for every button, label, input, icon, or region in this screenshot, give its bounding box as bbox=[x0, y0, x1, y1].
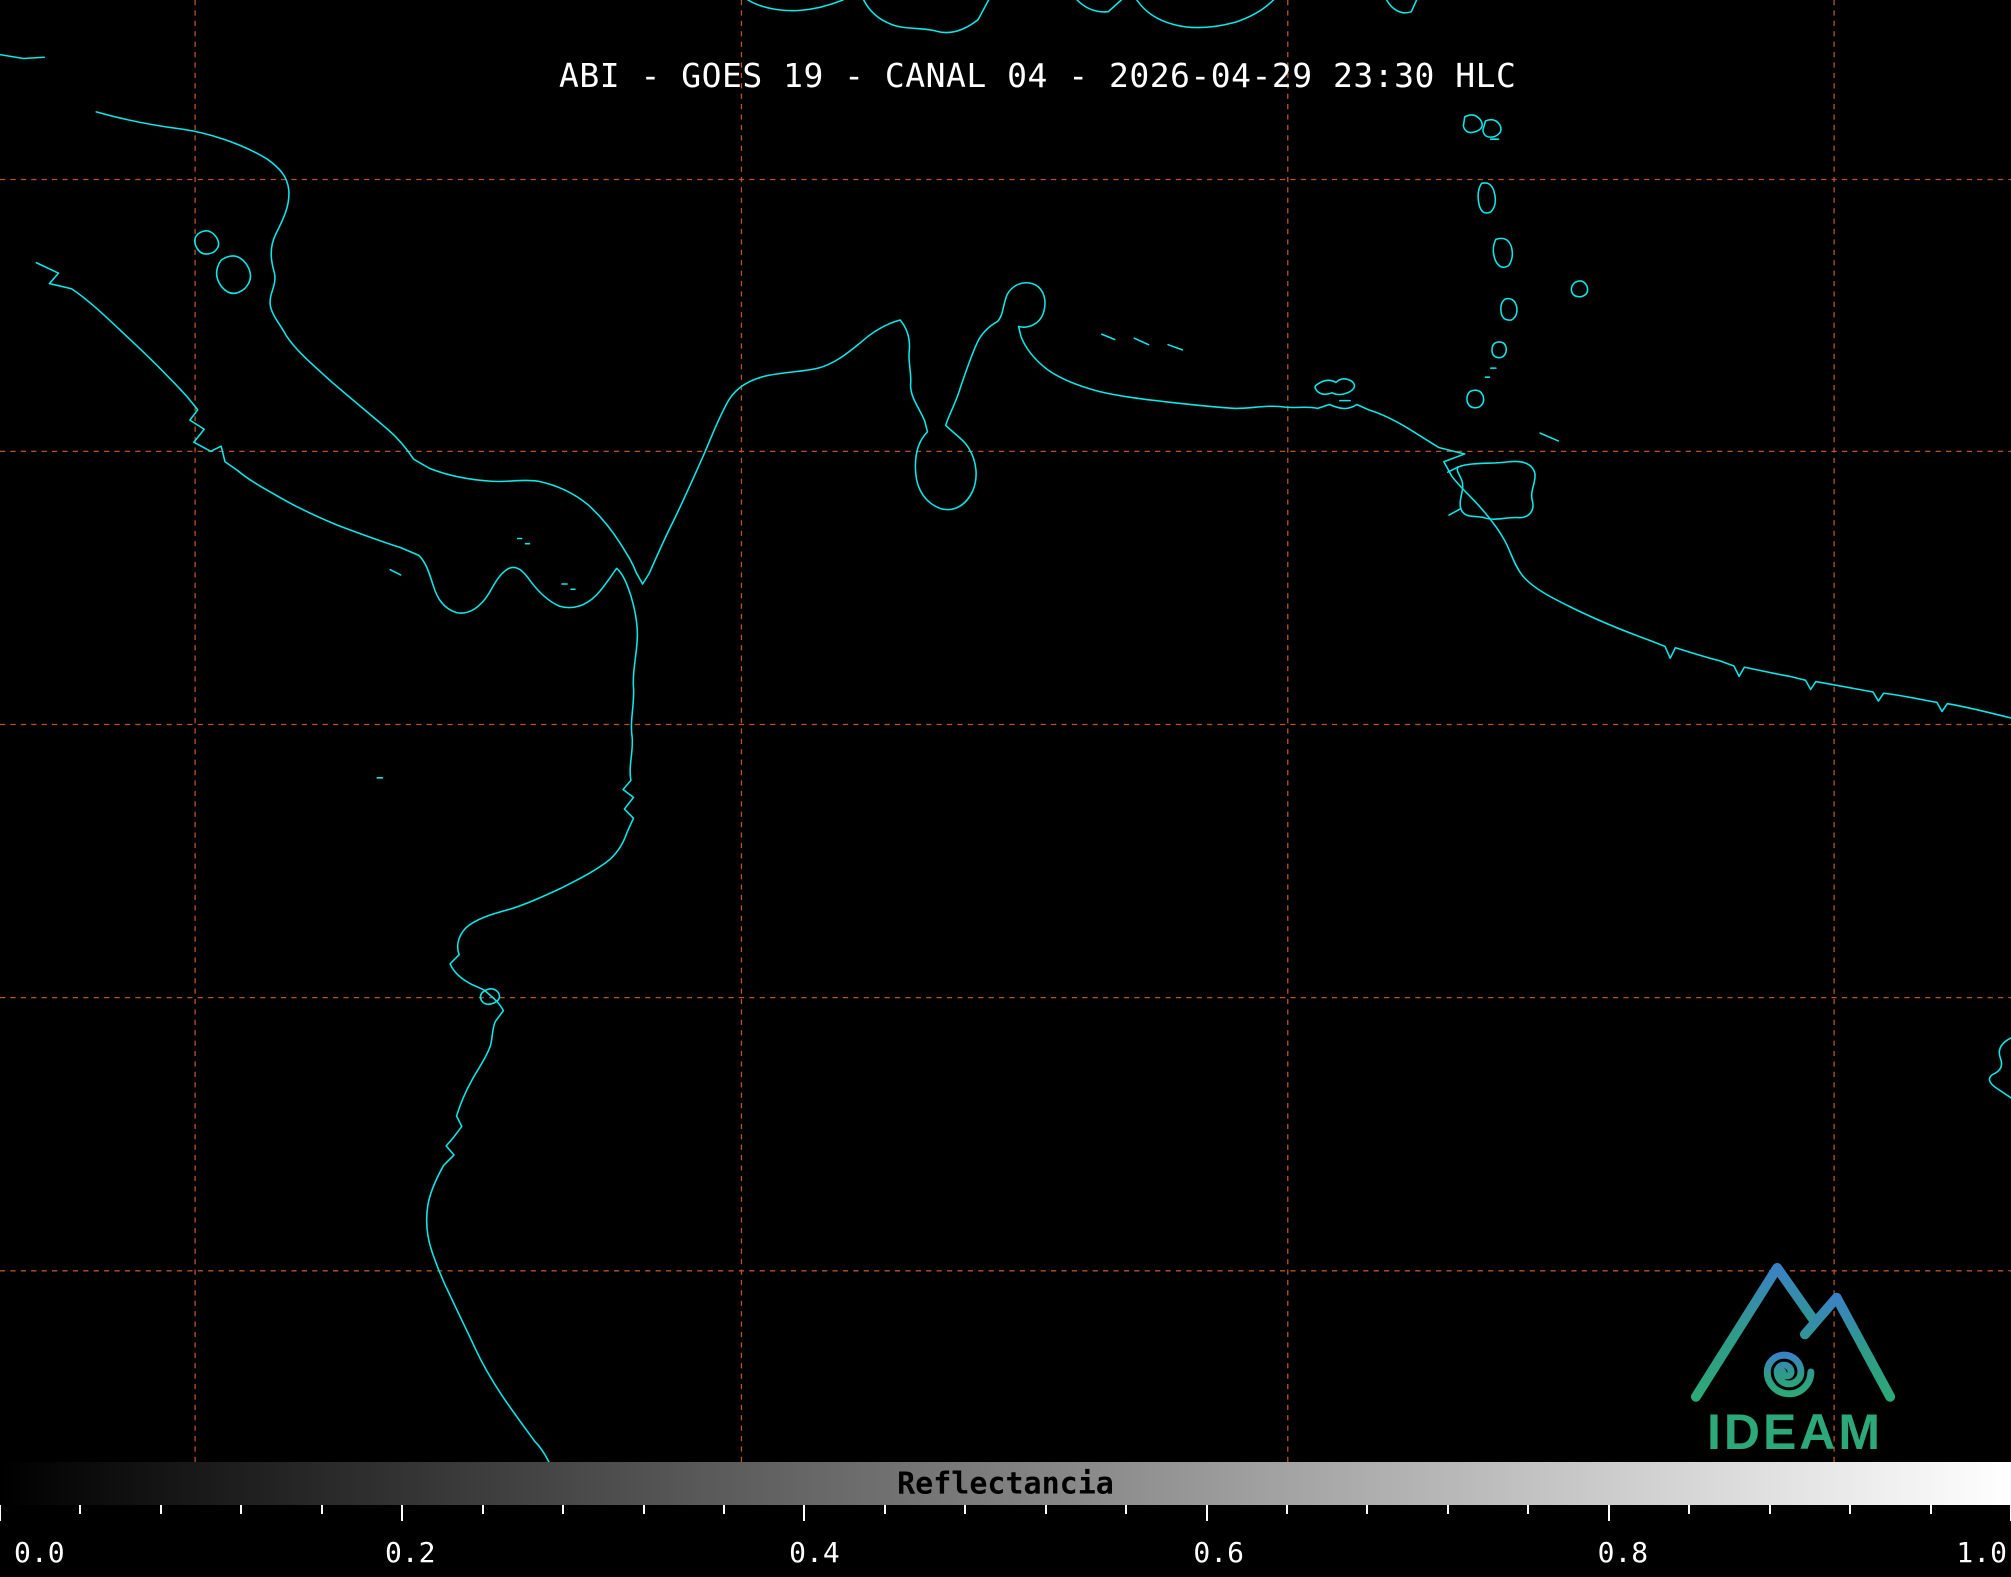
image-title: ABI - GOES 19 - CANAL 04 - 2026-04-29 23… bbox=[559, 56, 1516, 95]
ideam-logo-text: IDEAM bbox=[1686, 1407, 1904, 1457]
reflectance-colorbar: Reflectancia 0.0 0.2 0.4 0.6 0.8 1.0 bbox=[0, 1462, 2011, 1577]
ideam-logo: IDEAM bbox=[1686, 1230, 1904, 1460]
satellite-viewer: ABI - GOES 19 - CANAL 04 - 2026-04-29 23… bbox=[0, 0, 2011, 1577]
satellite-map: ABI - GOES 19 - CANAL 04 - 2026-04-29 23… bbox=[0, 0, 2011, 1462]
colorbar-tick-label: 0.4 bbox=[789, 1536, 840, 1569]
mountain-spiral-icon bbox=[1686, 1230, 1904, 1405]
colorbar-ticks: 0.0 0.2 0.4 0.6 0.8 1.0 bbox=[0, 1505, 2011, 1577]
colorbar-tick-label: 0.2 bbox=[385, 1536, 436, 1569]
colorbar-gradient: Reflectancia bbox=[0, 1462, 2011, 1505]
colorbar-tick-label: 0.0 bbox=[14, 1536, 65, 1569]
colorbar-label: Reflectancia bbox=[897, 1466, 1114, 1501]
colorbar-tick-label: 0.8 bbox=[1598, 1536, 1649, 1569]
colorbar-tick-label: 1.0 bbox=[1956, 1536, 2007, 1569]
colorbar-tick-label: 0.6 bbox=[1193, 1536, 1244, 1569]
